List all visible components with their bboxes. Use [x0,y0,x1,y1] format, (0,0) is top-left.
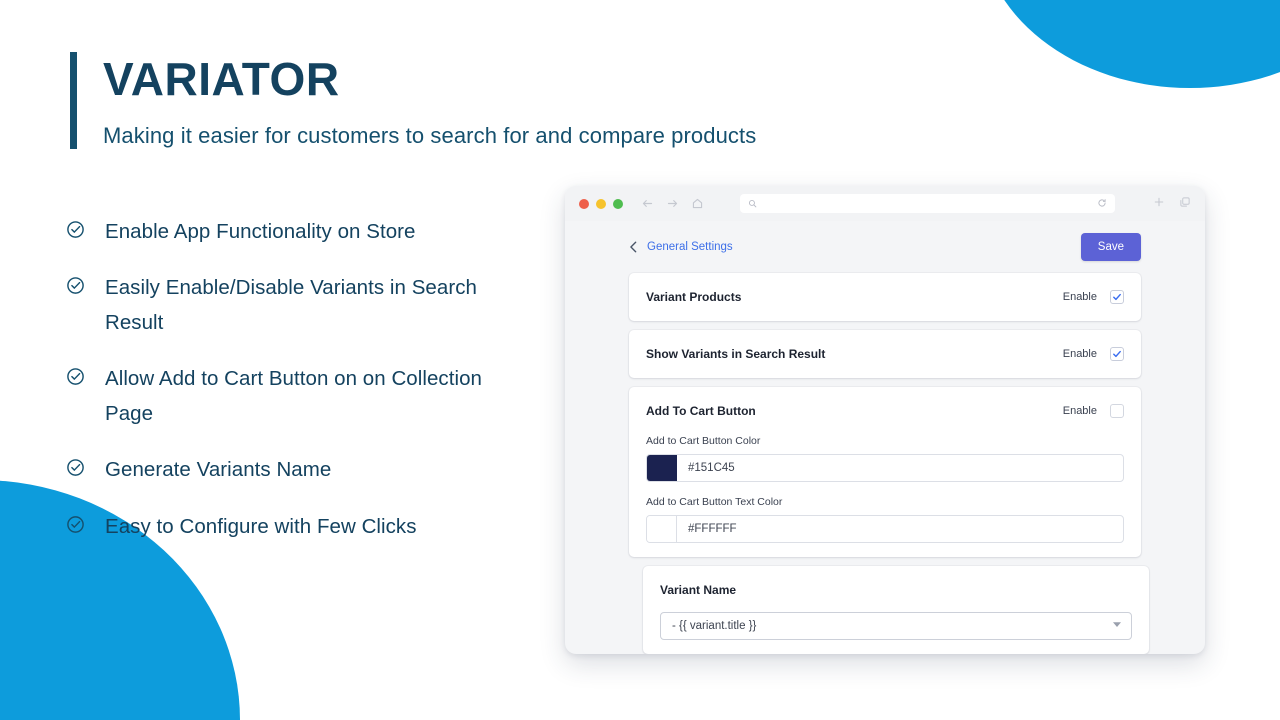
reload-icon[interactable] [1097,195,1107,213]
feature-label: Allow Add to Cart Button on on Collectio… [105,362,496,431]
breadcrumb-back-link[interactable]: General Settings [629,241,733,253]
feature-label: Enable App Functionality on Store [105,215,416,249]
minimize-window-button[interactable] [596,199,606,209]
select-value: - {{ variant.title }} [672,620,756,632]
page-header: VARIATOR Making it easier for customers … [70,52,756,149]
feature-item: Enable App Functionality on Store [66,215,496,249]
field-label: Add to Cart Button Color [646,435,1124,447]
feature-item: Easily Enable/Disable Variants in Search… [66,271,496,340]
color-swatch[interactable] [647,516,677,542]
browser-window-mockup: General Settings Save Variant Products E… [565,186,1205,654]
color-value: #151C45 [677,455,1123,481]
color-input[interactable]: #151C45 [646,454,1124,482]
enable-checkbox[interactable] [1110,347,1124,361]
chevron-left-icon [629,241,638,253]
header-accent-bar [70,52,77,149]
settings-card-variant-name: Variant Name - {{ variant.title }} [643,566,1149,653]
settings-card-variant-products: Variant Products Enable [629,273,1141,321]
feature-item: Generate Variants Name [66,453,496,487]
settings-card-add-to-cart-button: Add To Cart Button Enable Add to Cart Bu… [629,387,1141,557]
check-circle-icon [66,276,85,295]
back-arrow-icon[interactable] [641,197,654,210]
plus-icon[interactable] [1153,195,1165,213]
field-button-text-color: Add to Cart Button Text Color #FFFFFF [646,496,1124,543]
feature-label: Easily Enable/Disable Variants in Search… [105,271,496,340]
feature-label: Generate Variants Name [105,453,331,487]
page-subtitle: Making it easier for customers to search… [103,123,756,149]
breadcrumb-label: General Settings [647,241,733,253]
close-window-button[interactable] [579,199,589,209]
save-button[interactable]: Save [1081,233,1141,261]
feature-list: Enable App Functionality on Store Easily… [66,215,496,566]
card-title: Variant Products [646,287,741,307]
app-viewport: General Settings Save Variant Products E… [565,221,1205,654]
variant-name-select[interactable]: - {{ variant.title }} [660,612,1132,640]
enable-label: Enable [1063,348,1097,360]
enable-checkbox[interactable] [1110,404,1124,418]
search-icon [748,195,757,213]
chevron-down-icon [1113,621,1121,630]
maximize-window-button[interactable] [613,199,623,209]
feature-item: Allow Add to Cart Button on on Collectio… [66,362,496,431]
check-circle-icon [66,367,85,386]
decorative-blob-top-right [980,0,1280,88]
color-input[interactable]: #FFFFFF [646,515,1124,543]
app-topbar: General Settings Save [587,221,1183,273]
field-label: Add to Cart Button Text Color [646,496,1124,508]
color-swatch[interactable] [647,455,677,481]
settings-card-show-variants-in-search-result: Show Variants in Search Result Enable [629,330,1141,378]
window-controls [579,199,623,209]
tabs-icon[interactable] [1179,195,1191,213]
browser-chrome-toolbar [565,186,1205,221]
settings-card-list: Variant Products Enable Show Variants in… [587,273,1183,654]
color-value: #FFFFFF [677,516,1123,542]
check-circle-icon [66,220,85,239]
address-bar[interactable] [740,194,1115,213]
feature-item: Easy to Configure with Few Clicks [66,510,496,544]
forward-arrow-icon[interactable] [666,197,679,210]
feature-label: Easy to Configure with Few Clicks [105,510,417,544]
enable-label: Enable [1063,405,1097,417]
home-icon[interactable] [691,197,704,210]
card-title: Add To Cart Button [646,401,756,421]
check-circle-icon [66,458,85,477]
card-title: Show Variants in Search Result [646,344,825,364]
check-circle-icon [66,515,85,534]
enable-label: Enable [1063,291,1097,303]
enable-checkbox[interactable] [1110,290,1124,304]
card-title: Variant Name [660,580,870,600]
field-button-color: Add to Cart Button Color #151C45 [646,435,1124,482]
page-title: VARIATOR [103,55,756,103]
